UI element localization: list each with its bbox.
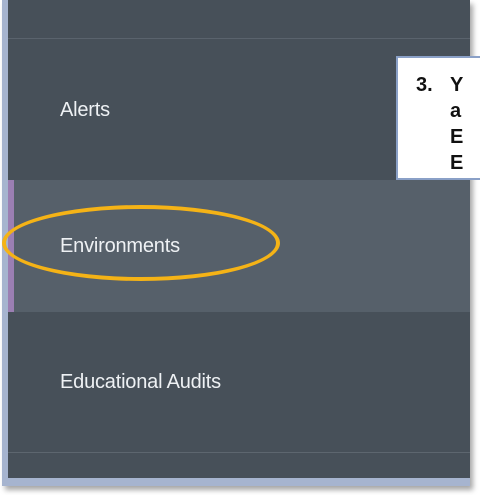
sidebar-item-educational-audits[interactable]: Educational Audits [8,312,470,452]
highlight-ellipse [2,205,280,281]
callout-text: Y a E E [450,72,463,176]
callout-line: E [450,152,464,174]
callout-line: Y [450,74,464,96]
callout-line: a [450,100,462,122]
callout-step-number: 3. [416,74,433,96]
sidebar-item-label: Alerts [60,98,110,121]
top-divider [8,38,470,39]
sidebar-item-label: Educational Audits [60,370,221,393]
instruction-callout: 3. Y a E E [396,56,480,180]
callout-line: E [450,126,464,148]
bottom-divider [8,452,470,453]
